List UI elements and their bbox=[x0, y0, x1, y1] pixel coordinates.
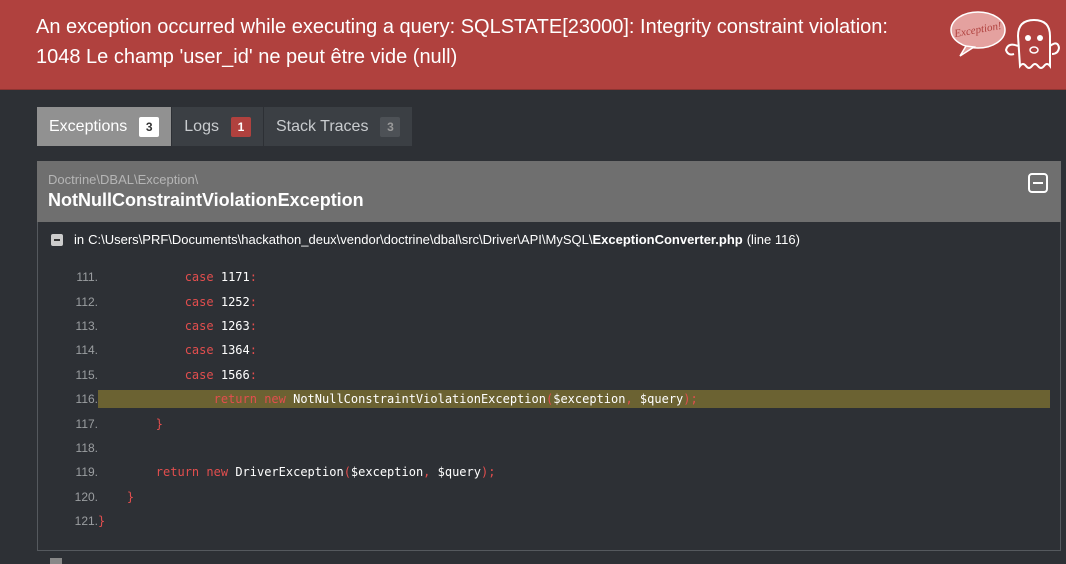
tab-exceptions-count: 3 bbox=[139, 116, 160, 137]
exception-header: Doctrine\DBAL\Exception\ NotNullConstrai… bbox=[37, 161, 1061, 222]
collapse-icon[interactable] bbox=[1028, 173, 1048, 193]
code-line: 119. return new DriverException($excepti… bbox=[38, 460, 1060, 484]
line-number: 120. bbox=[74, 489, 98, 504]
code-line: 117. } bbox=[38, 411, 1060, 435]
code-line: 111. case 1171: bbox=[38, 265, 1060, 289]
code-text: return new DriverException($exception, $… bbox=[155, 465, 496, 480]
code-snippet: 111. case 1171: 112. case 1252: 113. cas… bbox=[38, 265, 1060, 533]
line-number: 119. bbox=[75, 465, 98, 480]
tab-exceptions-label: Exceptions bbox=[49, 117, 128, 135]
line-number: 114. bbox=[75, 343, 98, 358]
next-trace-toggle-icon[interactable] bbox=[50, 558, 62, 564]
code-line: 112. case 1252: bbox=[38, 289, 1060, 313]
code-text: } bbox=[155, 416, 164, 431]
code-text: case 1263: bbox=[184, 318, 257, 333]
tab-exceptions[interactable]: Exceptions 3 bbox=[37, 107, 173, 146]
tab-logs-label: Logs bbox=[184, 117, 219, 135]
code-line: 118. bbox=[38, 436, 1060, 460]
exception-ghost-icon: Exception! bbox=[950, 11, 1060, 69]
trace-filename: ExceptionConverter.php bbox=[592, 232, 743, 247]
code-text: case 1252: bbox=[184, 294, 257, 309]
code-text: case 1566: bbox=[184, 367, 257, 382]
trace-path: C:\Users\PRF\Documents\hackathon_deux\ve… bbox=[88, 232, 593, 247]
tab-stack-traces-label: Stack Traces bbox=[275, 117, 369, 135]
exception-message: An exception occurred while executing a … bbox=[36, 16, 888, 68]
code-text: case 1364: bbox=[184, 343, 257, 358]
trace-panel: in C:\Users\PRF\Documents\hackathon_deux… bbox=[37, 222, 1061, 551]
line-number: 111. bbox=[76, 270, 98, 285]
toggle-code-icon[interactable] bbox=[51, 233, 63, 246]
code-text: } bbox=[98, 514, 106, 529]
tab-logs-count: 1 bbox=[230, 116, 251, 137]
exception-namespace: Doctrine\DBAL\Exception\ bbox=[48, 172, 199, 187]
tab-stack-traces[interactable]: Stack Traces 3 bbox=[263, 107, 414, 146]
line-number: 116. bbox=[75, 392, 98, 407]
tab-bar: Exceptions 3 Logs 1 Stack Traces 3 bbox=[37, 107, 414, 146]
line-number: 118. bbox=[75, 440, 98, 455]
trace-prefix: in bbox=[74, 232, 85, 247]
exception-class: NotNullConstraintViolationException bbox=[48, 190, 364, 210]
tab-logs[interactable]: Logs 1 bbox=[172, 107, 264, 146]
line-number: 113. bbox=[75, 318, 98, 333]
line-number: 115. bbox=[75, 367, 98, 382]
code-text: } bbox=[126, 489, 135, 504]
code-line: 121. } bbox=[38, 509, 1060, 533]
code-line: 115. case 1566: bbox=[38, 363, 1060, 387]
line-number: 112. bbox=[75, 294, 98, 309]
code-line: 114. case 1364: bbox=[38, 338, 1060, 362]
code-line-highlighted: 116. return new NotNullConstraintViolati… bbox=[38, 387, 1060, 411]
trace-line-info: (line 116) bbox=[746, 232, 800, 247]
code-text: case 1171: bbox=[184, 270, 257, 285]
line-number: 117. bbox=[75, 416, 98, 431]
code-text: return new NotNullConstraintViolationExc… bbox=[98, 390, 1050, 409]
code-line: 120. } bbox=[38, 485, 1060, 509]
tab-stack-traces-count: 3 bbox=[380, 116, 401, 137]
trace-file-line: in C:\Users\PRF\Documents\hackathon_deux… bbox=[38, 222, 1060, 257]
code-line: 113. case 1263: bbox=[38, 314, 1060, 338]
error-header: An exception occurred while executing a … bbox=[0, 0, 1066, 90]
line-number: 121. bbox=[74, 514, 98, 529]
